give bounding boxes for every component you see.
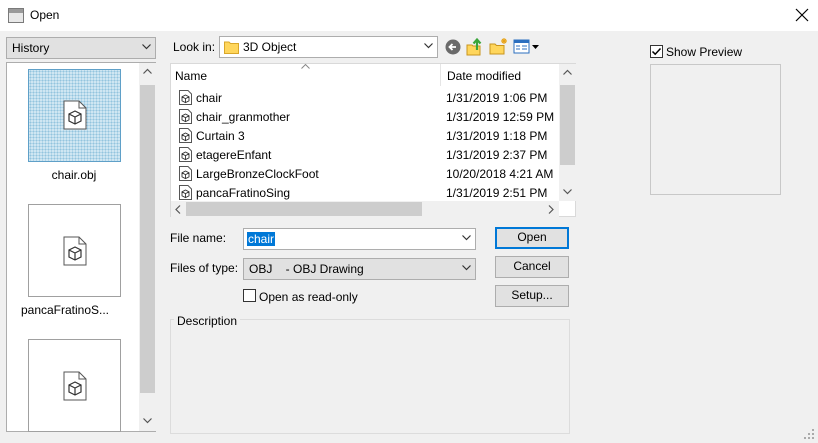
readonly-label[interactable]: Open as read-only — [259, 290, 358, 304]
history-pane[interactable]: chair.obj pancaFratinoS... — [6, 62, 156, 432]
resize-grip-icon[interactable] — [803, 428, 815, 440]
scroll-down-icon[interactable] — [563, 189, 572, 195]
obj-file-icon — [179, 90, 192, 105]
column-date-label: Date modified — [447, 69, 522, 83]
history-scroll-thumb[interactable] — [140, 85, 155, 393]
show-preview-checkbox[interactable] — [650, 45, 663, 58]
up-folder-icon — [466, 37, 482, 56]
scroll-left-icon[interactable] — [175, 205, 181, 214]
chevron-down-icon[interactable] — [462, 235, 471, 241]
file-row[interactable]: pancaFratinoSing 1/31/2019 2:51 PM — [179, 183, 571, 202]
setup-button[interactable]: Setup... — [495, 285, 569, 307]
file-date-cell: 10/20/2018 4:21 AM — [446, 167, 554, 181]
obj-file-icon — [179, 128, 192, 143]
title-bar: Open — [0, 0, 818, 31]
scroll-right-icon[interactable] — [548, 205, 554, 214]
file-list[interactable]: Name Date modified chair 1/31/2019 1:06 P… — [170, 63, 576, 217]
obj-file-icon — [179, 185, 192, 200]
window-title: Open — [30, 8, 60, 22]
chevron-down-icon — [462, 265, 471, 271]
history-scrollbar[interactable] — [139, 63, 156, 431]
column-header-name[interactable]: Name — [171, 64, 440, 86]
sort-ascending-icon — [301, 64, 310, 69]
scroll-up-icon[interactable] — [143, 68, 152, 74]
file-date-cell: 1/31/2019 2:51 PM — [446, 186, 548, 200]
new-folder-icon — [489, 38, 507, 55]
look-in-value: 3D Object — [243, 40, 297, 54]
file-date-cell: 1/31/2019 1:06 PM — [446, 91, 548, 105]
view-menu-button[interactable] — [513, 38, 540, 56]
back-arrow-icon — [445, 39, 461, 55]
close-icon — [795, 8, 809, 22]
file-list-vscroll-thumb[interactable] — [560, 85, 575, 165]
description-label: Description — [174, 314, 241, 328]
scroll-up-icon[interactable] — [563, 69, 572, 75]
file-name-value: chair — [247, 232, 276, 246]
show-preview-label[interactable]: Show Preview — [666, 45, 742, 59]
chevron-down-icon — [142, 44, 151, 50]
file-name-cell: etagereEnfant — [196, 148, 272, 162]
folder-icon — [224, 41, 239, 54]
history-dropdown-label: History — [12, 41, 50, 55]
obj-file-icon — [63, 236, 87, 266]
view-grid-icon — [513, 39, 539, 54]
look-in-label: Look in: — [173, 40, 216, 54]
file-row[interactable]: LargeBronzeClockFoot 10/20/2018 4:21 AM — [179, 164, 571, 183]
file-type-dropdown[interactable]: OBJ - OBJ Drawing — [243, 258, 476, 280]
close-button[interactable] — [790, 3, 814, 27]
file-row[interactable]: chair_granmother 1/31/2019 12:59 PM — [179, 107, 571, 126]
file-row[interactable]: Curtain 3 1/31/2019 1:18 PM — [179, 126, 571, 145]
history-item-thumbnail[interactable] — [28, 339, 121, 432]
file-name-cell: chair_granmother — [196, 110, 291, 124]
obj-file-icon — [179, 166, 192, 181]
history-item-label[interactable]: pancaFratinoS... — [0, 303, 130, 317]
file-name-cell: chair — [196, 91, 223, 105]
file-type-value: OBJ - OBJ Drawing — [249, 262, 364, 276]
file-name-cell: pancaFratinoSing — [196, 186, 291, 200]
checkmark-icon — [651, 47, 662, 56]
app-icon — [8, 8, 24, 23]
up-folder-button[interactable] — [466, 37, 484, 56]
history-item-thumbnail[interactable] — [28, 69, 121, 162]
chevron-down-icon — [424, 43, 433, 49]
file-date-cell: 1/31/2019 2:37 PM — [446, 148, 548, 162]
description-group — [170, 319, 570, 434]
scroll-down-icon[interactable] — [143, 418, 152, 424]
history-dropdown[interactable]: History — [6, 37, 156, 59]
open-button[interactable]: Open — [495, 227, 569, 249]
file-name-label: File name: — [170, 231, 227, 245]
preview-pane — [650, 64, 781, 195]
file-row[interactable]: etagereEnfant 1/31/2019 2:37 PM — [179, 145, 571, 164]
file-row[interactable]: chair 1/31/2019 1:06 PM — [179, 88, 571, 107]
file-name-cell: LargeBronzeClockFoot — [196, 167, 319, 181]
obj-file-icon — [179, 109, 192, 124]
look-in-dropdown[interactable]: 3D Object — [219, 36, 438, 58]
obj-file-icon — [63, 371, 87, 401]
file-date-cell: 1/31/2019 1:18 PM — [446, 129, 548, 143]
new-folder-button[interactable] — [489, 37, 509, 56]
column-header-date[interactable]: Date modified — [441, 64, 561, 86]
readonly-checkbox[interactable] — [243, 289, 256, 302]
file-list-hscrollbar[interactable] — [171, 201, 559, 217]
history-item-label[interactable]: chair.obj — [9, 168, 139, 182]
history-item-thumbnail[interactable] — [28, 204, 121, 297]
obj-file-icon — [63, 100, 87, 130]
column-name-label: Name — [175, 69, 208, 83]
back-button[interactable] — [444, 38, 462, 56]
cancel-button[interactable]: Cancel — [495, 256, 569, 278]
file-name-input[interactable]: chair — [243, 228, 476, 250]
obj-file-icon — [179, 147, 192, 162]
file-type-label: Files of type: — [170, 261, 239, 275]
file-list-hscroll-thumb[interactable] — [186, 202, 422, 216]
file-date-cell: 1/31/2019 12:59 PM — [446, 110, 555, 124]
file-name-cell: Curtain 3 — [196, 129, 245, 143]
file-list-vscrollbar[interactable] — [559, 64, 576, 201]
